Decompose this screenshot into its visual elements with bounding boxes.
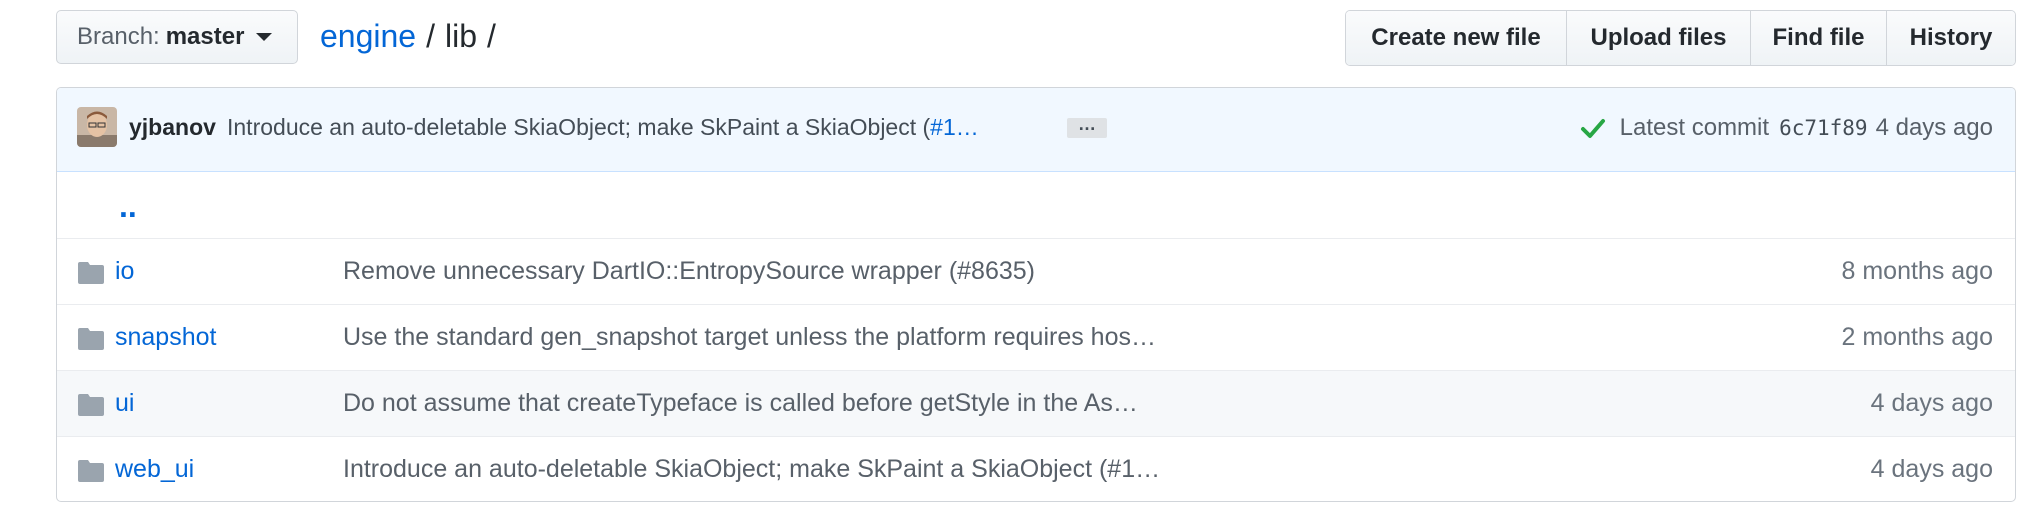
commit-message-link[interactable]: Introduce an auto-deletable SkiaObject; … bbox=[227, 114, 930, 140]
breadcrumb-separator: / bbox=[487, 18, 496, 54]
latest-commit-label: Latest commit bbox=[1619, 114, 1770, 141]
file-age: 8 months ago bbox=[1841, 257, 1994, 285]
parent-directory-link[interactable]: .. bbox=[119, 188, 137, 225]
parent-directory-row[interactable]: .. bbox=[57, 172, 2015, 238]
table-row: io Remove unnecessary DartIO::EntropySou… bbox=[57, 238, 2015, 304]
breadcrumb: engine / lib / bbox=[320, 16, 506, 56]
commit-author-link[interactable]: yjbanov bbox=[129, 114, 216, 141]
file-age: 4 days ago bbox=[1870, 455, 1993, 483]
file-commit-message-link[interactable]: Use the standard gen_snapshot target unl… bbox=[343, 323, 1156, 352]
file-name-link[interactable]: ui bbox=[115, 389, 134, 418]
file-navigation: Branch: master engine / lib / Create new fi… bbox=[56, 10, 2016, 66]
table-row: web_ui Introduce an auto-deletable SkiaO… bbox=[57, 436, 2015, 501]
branch-label: Branch: bbox=[77, 23, 160, 50]
file-name-link[interactable]: snapshot bbox=[115, 323, 216, 352]
file-name-link[interactable]: web_ui bbox=[115, 455, 194, 484]
commit-pr-link[interactable]: #1… bbox=[930, 114, 979, 140]
file-age: 2 months ago bbox=[1841, 323, 1994, 351]
breadcrumb-root-link[interactable]: engine bbox=[320, 18, 416, 54]
find-file-button[interactable]: Find file bbox=[1750, 11, 1886, 65]
file-name-link[interactable]: io bbox=[115, 257, 134, 286]
file-commit-message-link[interactable]: Do not assume that createTypeface is cal… bbox=[343, 389, 1138, 418]
file-age: 4 days ago bbox=[1870, 389, 1993, 417]
folder-icon bbox=[78, 394, 104, 416]
commit-age: 4 days ago bbox=[1875, 114, 1993, 141]
commit-sha-link[interactable]: 6c71f89 bbox=[1779, 116, 1868, 140]
table-row: snapshot Use the standard gen_snapshot t… bbox=[57, 304, 2015, 370]
latest-commit: Latest commit 6c71f89 4 days ago bbox=[1580, 114, 1993, 142]
folder-icon bbox=[78, 460, 104, 482]
branch-name: master bbox=[165, 23, 245, 50]
branch-select-button[interactable]: Branch: master bbox=[56, 10, 298, 64]
commit-tease: yjbanov Introduce an auto-deletable Skia… bbox=[57, 88, 2015, 172]
commit-message: Introduce an auto-deletable SkiaObject; … bbox=[227, 114, 979, 141]
breadcrumb-current: lib bbox=[444, 18, 477, 54]
avatar[interactable] bbox=[77, 107, 117, 147]
file-commit-message-link[interactable]: Introduce an auto-deletable SkiaObject; … bbox=[343, 455, 1160, 484]
table-row: ui Do not assume that createTypeface is … bbox=[57, 370, 2015, 436]
file-actions-group: Create new file Upload files Find file H… bbox=[1345, 10, 2016, 66]
create-new-file-button[interactable]: Create new file bbox=[1346, 11, 1566, 65]
file-list: .. io Remove unnecessary DartIO::Entropy… bbox=[57, 172, 2015, 501]
caret-down-icon bbox=[256, 33, 273, 41]
commit-expand-button[interactable]: … bbox=[1067, 115, 1107, 138]
check-icon bbox=[1580, 119, 1605, 138]
breadcrumb-separator: / bbox=[426, 18, 435, 54]
upload-files-button[interactable]: Upload files bbox=[1566, 11, 1750, 65]
folder-icon bbox=[78, 262, 104, 284]
history-button[interactable]: History bbox=[1886, 11, 2015, 65]
file-listing: yjbanov Introduce an auto-deletable Skia… bbox=[56, 87, 2016, 502]
folder-icon bbox=[78, 328, 104, 350]
file-commit-message-link[interactable]: Remove unnecessary DartIO::EntropySource… bbox=[343, 257, 1035, 286]
